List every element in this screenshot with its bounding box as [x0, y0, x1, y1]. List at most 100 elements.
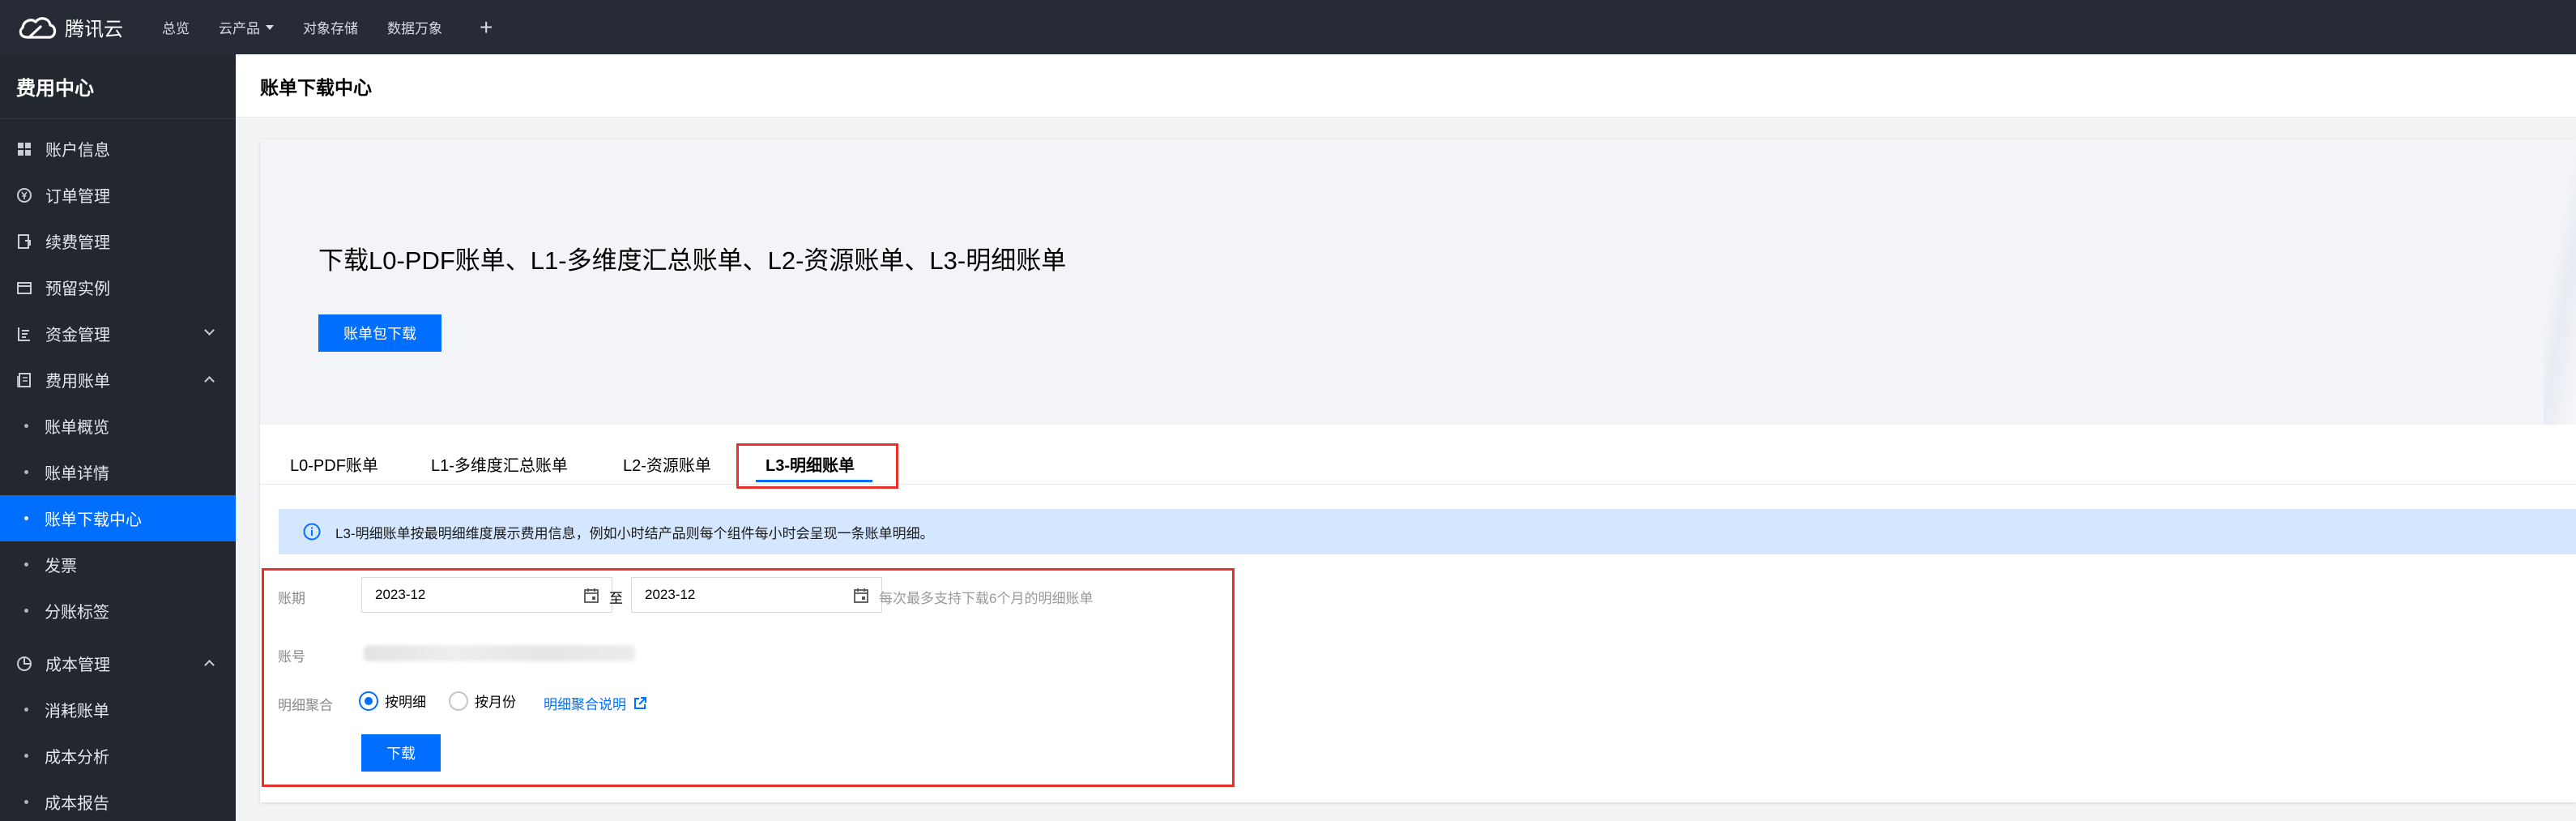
page-title: 账单下载中心: [260, 76, 372, 98]
topnav-cloud-products[interactable]: 云产品: [219, 17, 274, 37]
logo-text: 腾讯云: [65, 19, 123, 41]
sidebar-item-label: 成本报告: [45, 795, 109, 813]
sidebar-item-account-info[interactable]: 账户信息: [0, 126, 236, 172]
sidebar-item-cost-report[interactable]: 成本报告: [0, 779, 236, 821]
chevron-down-icon: [204, 325, 215, 336]
end-date-value: 2023-12: [645, 587, 696, 602]
sidebar-item-label: 成本管理: [45, 656, 110, 674]
period-hint: 每次最多支持下载6个月的明细账单: [879, 591, 1094, 606]
radio-by-detail-label: 按明细: [385, 695, 426, 710]
sidebar-item-reserved-instance[interactable]: 预留实例: [0, 264, 236, 310]
sidebar-item-order-mgmt[interactable]: 订单管理: [0, 172, 236, 218]
topnav-object-storage[interactable]: 对象存储: [303, 17, 358, 37]
highlight-box-tab: [736, 443, 898, 489]
yuan-coin-icon: [16, 187, 32, 203]
account-id-redacted: [364, 645, 635, 661]
info-notice: L3-明细账单按最明细维度展示费用信息，例如小时结产品则每个组件每小时会呈现一条…: [279, 509, 2576, 554]
bullet-dot: [24, 609, 28, 613]
banner-title: 下载L0-PDF账单、L1-多维度汇总账单、L2-资源账单、L3-明细账单: [318, 246, 1067, 275]
chevron-up-icon: [204, 376, 215, 387]
add-shortcut-icon[interactable]: +: [480, 15, 493, 41]
period-label: 账期: [278, 591, 305, 606]
sidebar-item-label: 资金管理: [45, 327, 110, 344]
sidebar-item-label: 账户信息: [45, 142, 110, 160]
top-navigation-bar: 腾讯云 总览 云产品 对象存储 数据万象 +: [0, 0, 2576, 54]
cloud-logo-icon: [19, 16, 57, 39]
topnav-cloud-products-label: 云产品: [219, 21, 260, 36]
sidebar-item-split-tags[interactable]: 分账标签: [0, 588, 236, 634]
sidebar-item-bill-download-center[interactable]: 账单下载中心: [0, 495, 236, 541]
sidebar-item-label: 账单下载中心: [45, 511, 142, 529]
tab-l2-resource[interactable]: L2-资源账单: [623, 443, 711, 485]
notice-text: L3-明细账单按最明细维度展示费用信息，例如小时结产品则每个组件每小时会呈现一条…: [335, 525, 934, 541]
sidebar-item-label: 消耗账单: [45, 703, 109, 721]
pie-chart-icon: [16, 656, 32, 672]
sidebar-item-label: 续费管理: [45, 234, 110, 252]
grid-icon: [16, 141, 32, 157]
bullet-dot: [24, 754, 28, 758]
info-icon: [303, 523, 321, 541]
radio-circle: [449, 691, 468, 711]
sidebar-item-fund-mgmt[interactable]: 资金管理: [0, 310, 236, 357]
bill-level-tabs: L0-PDF账单 L1-多维度汇总账单 L2-资源账单 L3-明细账单: [260, 443, 2576, 485]
aggregation-label: 明细聚合: [278, 698, 333, 713]
sidebar-item-label: 成本分析: [45, 749, 109, 767]
topnav-data-wanxiang[interactable]: 数据万象: [387, 17, 442, 37]
sidebar-item-label: 费用账单: [45, 373, 110, 391]
sidebar: 费用中心 账户信息 订单管理 续费管理 预留实例 资金管理 费用账单 账单概览 …: [0, 54, 236, 821]
bullet-dot: [24, 424, 28, 428]
sidebar-item-billing[interactable]: 费用账单: [0, 357, 236, 403]
bullet-dot: [24, 470, 28, 474]
sidebar-item-label: 账单概览: [45, 419, 109, 437]
topnav-object-storage-label: 对象存储: [303, 21, 358, 36]
aggregation-help-label: 明细聚合说明: [544, 697, 626, 712]
tencent-cloud-logo[interactable]: 腾讯云: [16, 13, 162, 42]
sidebar-item-bill-details[interactable]: 账单详情: [0, 449, 236, 495]
sidebar-item-label: 发票: [45, 558, 77, 575]
main-card: 下载L0-PDF账单、L1-多维度汇总账单、L2-资源账单、L3-明细账单 账单…: [260, 139, 2576, 802]
sidebar-item-cost-mgmt[interactable]: 成本管理: [0, 640, 236, 686]
bullet-dot: [24, 562, 28, 567]
calendar-icon: [854, 588, 868, 603]
sidebar-item-label: 分账标签: [45, 604, 109, 622]
wallet-icon: [16, 280, 32, 296]
aggregation-help-link[interactable]: 明细聚合说明: [544, 693, 647, 713]
topnav-overview-label: 总览: [162, 21, 190, 36]
topnav-data-wanxiang-label: 数据万象: [387, 21, 442, 36]
bill-package-download-button[interactable]: 账单包下载: [318, 314, 441, 352]
start-date-picker[interactable]: 2023-12: [361, 577, 612, 613]
bullet-dot: [24, 516, 28, 520]
sidebar-item-label: 预留实例: [45, 280, 110, 298]
radio-by-month[interactable]: 按月份: [449, 691, 516, 711]
caret-down-icon: [266, 24, 274, 30]
bill-icon: [16, 372, 32, 388]
topnav-overview[interactable]: 总览: [162, 17, 190, 37]
sidebar-item-consumption-bill[interactable]: 消耗账单: [0, 686, 236, 733]
download-banner: 下载L0-PDF账单、L1-多维度汇总账单、L2-资源账单、L3-明细账单 账单…: [260, 139, 2576, 425]
account-label: 账号: [278, 649, 305, 665]
radio-by-detail[interactable]: 按明细: [359, 691, 426, 711]
banner-decoration: [2544, 139, 2576, 425]
chevron-up-icon: [204, 660, 215, 670]
date-range-separator: 至: [609, 591, 623, 606]
fund-list-icon: [16, 326, 32, 342]
end-date-picker[interactable]: 2023-12: [631, 577, 882, 613]
sidebar-item-bill-overview[interactable]: 账单概览: [0, 403, 236, 449]
radio-circle-checked: [359, 691, 378, 711]
start-date-value: 2023-12: [375, 587, 426, 602]
sidebar-item-invoice[interactable]: 发票: [0, 541, 236, 588]
radio-by-month-label: 按月份: [475, 695, 516, 710]
sidebar-item-renewal-mgmt[interactable]: 续费管理: [0, 218, 236, 264]
renew-document-icon: [16, 233, 32, 250]
download-button[interactable]: 下载: [361, 734, 441, 772]
bullet-dot: [24, 708, 28, 712]
top-nav-menu: 总览 云产品 对象存储 数据万象 +: [162, 0, 493, 54]
external-link-icon: [634, 696, 646, 709]
tab-l0-pdf[interactable]: L0-PDF账单: [290, 443, 378, 485]
tab-l1-summary[interactable]: L1-多维度汇总账单: [431, 443, 568, 485]
page-header: 账单下载中心: [236, 54, 2576, 118]
sidebar-title: 费用中心: [0, 54, 236, 119]
sidebar-item-cost-analysis[interactable]: 成本分析: [0, 733, 236, 779]
